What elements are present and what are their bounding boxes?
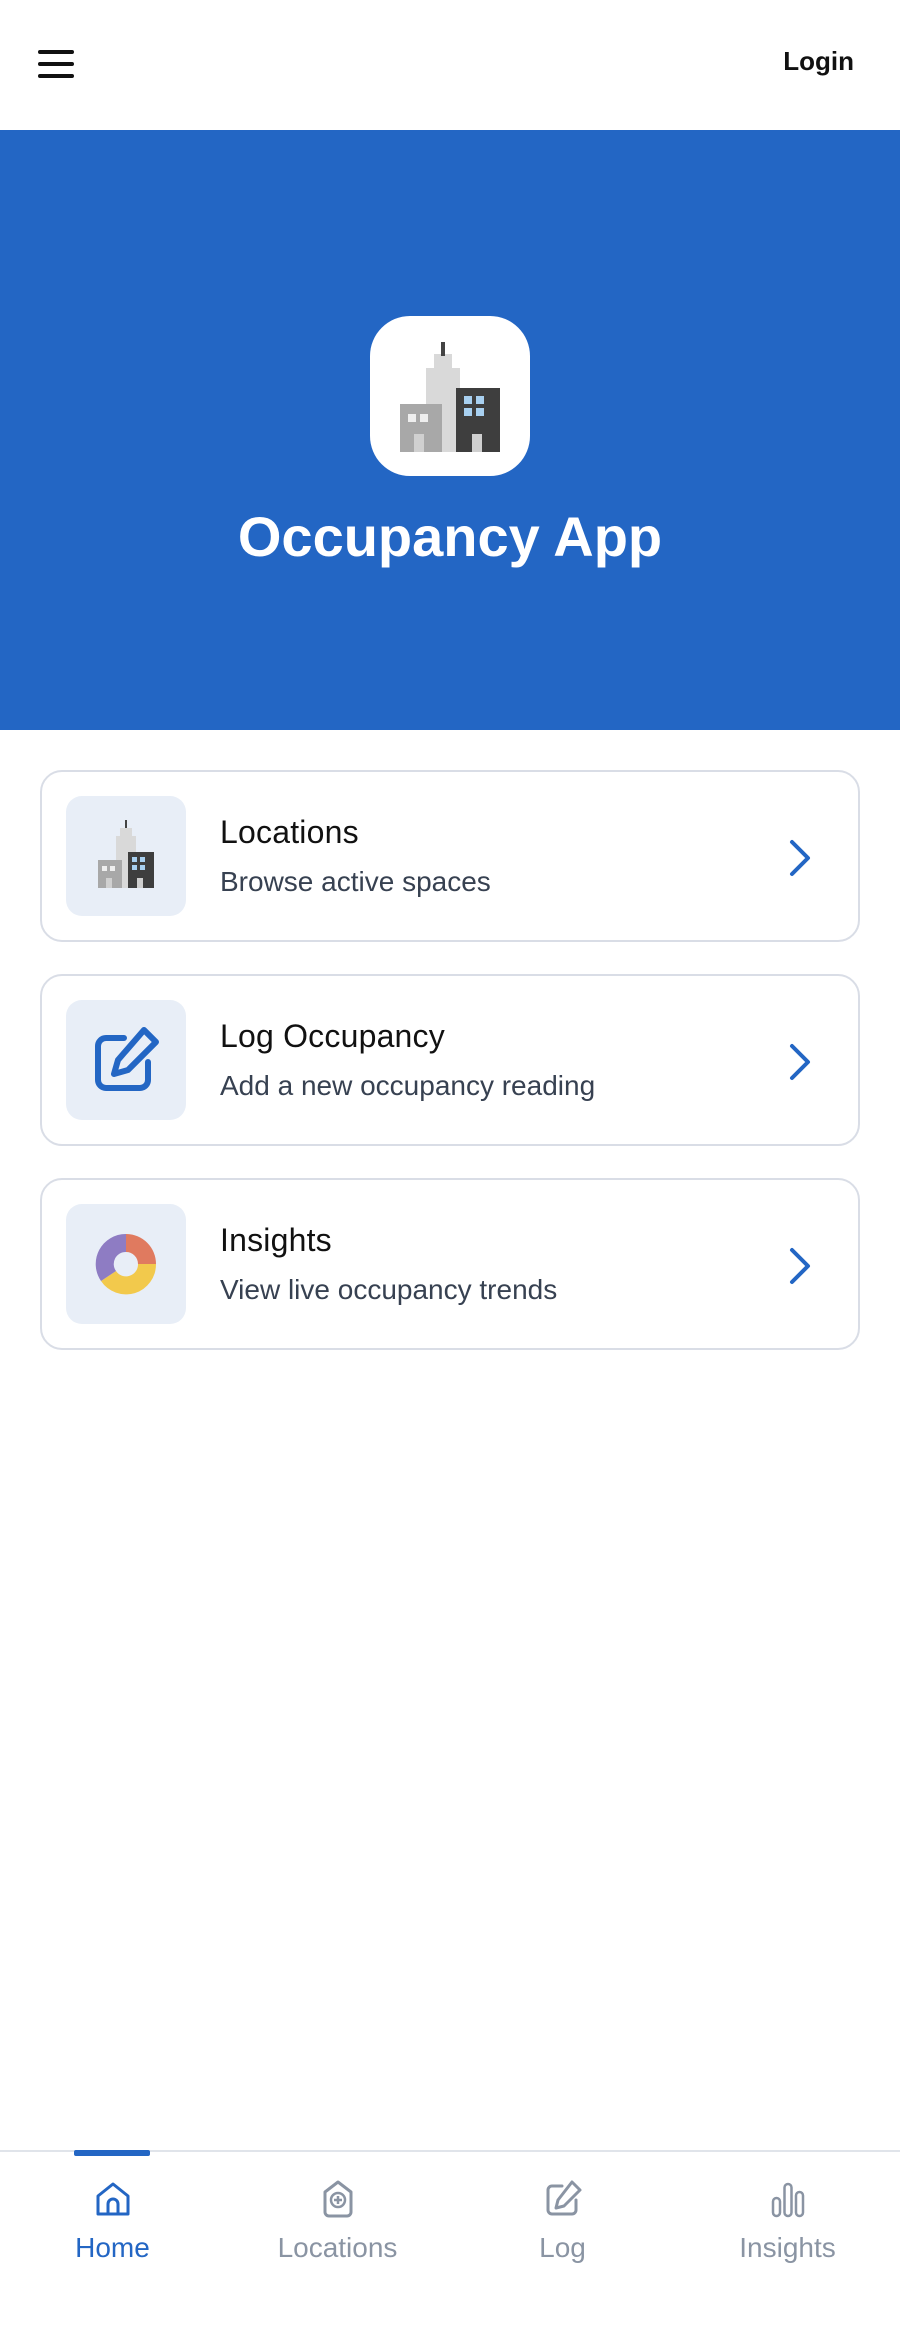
nav-label: Home	[75, 2232, 150, 2263]
top-bar: Login	[0, 0, 900, 130]
locations-card[interactable]: Locations Browse active spaces	[40, 770, 860, 942]
nav-item-log[interactable]: Log	[450, 2152, 675, 2330]
chevron-right-icon	[790, 1248, 810, 1284]
city-buildings-icon	[400, 342, 500, 452]
card-subtitle: Add a new occupancy reading	[220, 1070, 596, 1101]
bottom-navigation: Home Locations Log Insights	[0, 2150, 900, 2330]
card-subtitle: View live occupancy trends	[220, 1274, 558, 1305]
card-title: Insights	[220, 1222, 332, 1258]
insights-card[interactable]: Insights View live occupancy trends	[40, 1178, 860, 1350]
donut-chart-icon	[95, 1233, 157, 1295]
login-button[interactable]: Login	[783, 46, 854, 77]
card-icon-tile	[66, 1204, 186, 1324]
menu-line	[38, 62, 74, 66]
app-title: Occupancy App	[237, 505, 663, 568]
active-tab-indicator	[74, 2150, 150, 2156]
card-subtitle: Browse active spaces	[220, 866, 491, 897]
bar-chart-icon	[771, 2182, 805, 2218]
log-occupancy-card[interactable]: Log Occupancy Add a new occupancy readin…	[40, 974, 860, 1146]
hero-banner: Occupancy App	[0, 130, 900, 730]
app-logo	[370, 316, 530, 476]
card-title: Locations	[220, 814, 359, 850]
home-icon	[96, 2182, 130, 2216]
menu-line	[38, 74, 74, 78]
card-icon-tile	[66, 1000, 186, 1120]
chevron-right-icon	[790, 1044, 810, 1080]
card-icon-tile	[66, 796, 186, 916]
app-root: Login Occupancy App Locations Browse act…	[0, 0, 900, 2330]
nav-label: Locations	[277, 2232, 398, 2263]
nav-item-locations[interactable]: Locations	[225, 2152, 450, 2330]
hamburger-menu-icon[interactable]	[30, 44, 82, 88]
nav-label: Insights	[739, 2232, 836, 2263]
nav-label: Log	[539, 2232, 586, 2263]
nav-item-home[interactable]: Home	[0, 2150, 225, 2330]
city-buildings-icon	[98, 820, 154, 888]
location-plus-icon	[323, 2180, 353, 2218]
chevron-right-icon	[790, 840, 810, 876]
edit-pencil-icon	[95, 1027, 159, 1091]
card-title: Log Occupancy	[220, 1018, 445, 1054]
edit-pencil-icon	[546, 2180, 582, 2216]
nav-item-insights[interactable]: Insights	[675, 2152, 900, 2330]
menu-line	[38, 50, 74, 54]
